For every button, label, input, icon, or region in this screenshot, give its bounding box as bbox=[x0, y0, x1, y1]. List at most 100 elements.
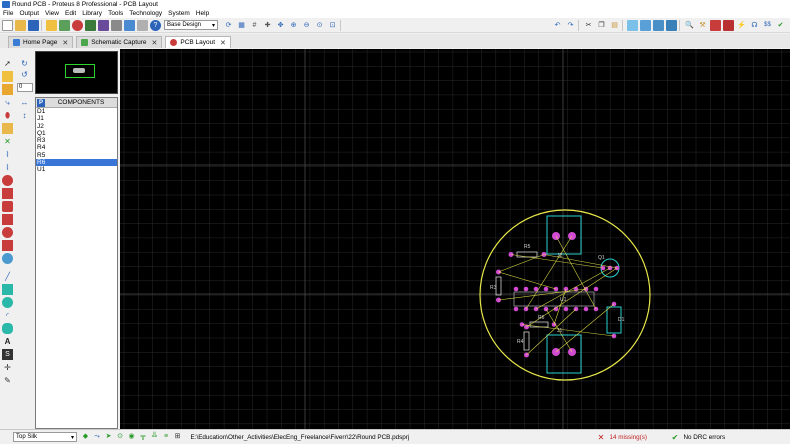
via-icon[interactable]: ⊙ bbox=[115, 432, 125, 442]
dil-pad-icon[interactable] bbox=[2, 201, 13, 212]
rotate-ccw-icon[interactable]: ↺ bbox=[19, 69, 30, 80]
track-mode-icon[interactable]: ⤷ bbox=[2, 97, 13, 108]
component-item-j2[interactable]: J2 bbox=[36, 123, 117, 130]
split-icon[interactable]: ╩ bbox=[150, 432, 160, 442]
zoom-out-icon[interactable]: ⊖ bbox=[301, 20, 312, 31]
zoom-in-icon[interactable]: ⊕ bbox=[288, 20, 299, 31]
help-icon[interactable]: ? bbox=[150, 19, 161, 31]
undo-icon[interactable]: ↶ bbox=[552, 20, 563, 31]
circle-tool-icon[interactable] bbox=[2, 297, 13, 308]
drc-icon[interactable]: ✔ bbox=[775, 20, 786, 31]
tab-schematic-capture[interactable]: Schematic Capture ✕ bbox=[76, 36, 163, 48]
open-folder-icon[interactable] bbox=[15, 19, 26, 31]
menu-tools[interactable]: Tools bbox=[108, 10, 123, 17]
menu-technology[interactable]: Technology bbox=[129, 10, 162, 17]
missing-connections[interactable]: ✕ 14 missing(s) bbox=[597, 433, 667, 442]
block-move-icon[interactable] bbox=[640, 19, 651, 31]
3d-icon[interactable] bbox=[85, 19, 96, 31]
component-item-r6[interactable]: R6 bbox=[36, 159, 117, 167]
package-mode-icon[interactable] bbox=[2, 84, 13, 95]
pick-devices-button[interactable]: P bbox=[37, 98, 45, 107]
close-icon[interactable]: ✕ bbox=[62, 39, 68, 47]
edge-pad-icon[interactable] bbox=[2, 214, 13, 225]
tools-icon[interactable] bbox=[137, 19, 148, 31]
search-icon[interactable]: ☊ bbox=[749, 20, 760, 31]
save-icon[interactable] bbox=[28, 19, 39, 31]
tab-pcb-layout[interactable]: PCB Layout ✕ bbox=[165, 36, 231, 48]
grid-icon[interactable]: # bbox=[249, 20, 260, 31]
arc-tool-icon[interactable]: ◜ bbox=[2, 310, 13, 321]
route-mode-icon[interactable]: ⌇ bbox=[2, 162, 13, 173]
drc-status[interactable]: ✔ No DRC errors bbox=[671, 433, 726, 442]
tab-home-page[interactable]: Home Page ✕ bbox=[8, 36, 74, 48]
bus-icon[interactable]: ≡ bbox=[161, 432, 171, 442]
menu-edit[interactable]: Edit bbox=[65, 10, 76, 17]
decompose-icon[interactable] bbox=[723, 19, 734, 31]
text-tool-icon[interactable]: A bbox=[2, 336, 13, 347]
menu-output[interactable]: Output bbox=[19, 10, 39, 17]
cut-icon[interactable]: ✂ bbox=[583, 20, 594, 31]
smt-pad-icon[interactable] bbox=[2, 227, 13, 238]
pcb-icon[interactable] bbox=[72, 19, 83, 31]
via-mode-icon[interactable]: ⬮ bbox=[2, 110, 13, 121]
marker-tool-icon[interactable]: ✛ bbox=[2, 362, 13, 373]
component-item-q1[interactable]: Q1 bbox=[36, 130, 117, 137]
layer-color-icon[interactable]: ◆ bbox=[81, 432, 91, 442]
pad-icon[interactable]: ◉ bbox=[127, 432, 137, 442]
component-item-r5[interactable]: R5 bbox=[36, 152, 117, 159]
polygon-pad-icon[interactable] bbox=[2, 240, 13, 251]
component-mode-icon[interactable] bbox=[2, 71, 13, 82]
line-tool-icon[interactable]: ╱ bbox=[2, 271, 13, 282]
component-item-r3[interactable]: R3 bbox=[36, 137, 117, 144]
move-icon[interactable]: ✥ bbox=[275, 20, 286, 31]
measure-icon[interactable]: ⊞ bbox=[173, 432, 183, 442]
rotation-input[interactable]: 0 bbox=[17, 83, 33, 92]
block-delete-icon[interactable] bbox=[666, 19, 677, 31]
schematic-icon[interactable] bbox=[59, 19, 70, 31]
mirror-y-icon[interactable]: ↕ bbox=[19, 110, 30, 121]
new-file-icon[interactable] bbox=[2, 19, 13, 31]
netlist-icon[interactable] bbox=[124, 19, 135, 31]
paste-icon[interactable]: ▤ bbox=[609, 20, 620, 31]
pcb-editing-canvas[interactable]: R5 J2 Q1 U1 R3 R6 R4 J1 D1 bbox=[120, 49, 790, 429]
gerber-icon[interactable] bbox=[98, 19, 109, 31]
menu-help[interactable]: Help bbox=[196, 10, 209, 17]
package-icon[interactable] bbox=[710, 19, 721, 31]
refresh-icon[interactable]: ⟳ bbox=[223, 20, 234, 31]
origin-icon[interactable]: ✚ bbox=[262, 20, 273, 31]
menu-library[interactable]: Library bbox=[82, 10, 102, 17]
symbol-tool-icon[interactable]: S bbox=[2, 349, 13, 360]
component-item-j1[interactable]: J1 bbox=[36, 115, 117, 122]
import-icon[interactable] bbox=[46, 19, 57, 31]
block-copy-icon[interactable] bbox=[627, 19, 638, 31]
menu-view[interactable]: View bbox=[45, 10, 59, 17]
block-rotate-icon[interactable] bbox=[653, 19, 664, 31]
close-icon[interactable]: ✕ bbox=[220, 39, 226, 47]
mirror-x-icon[interactable]: ↔ bbox=[19, 97, 30, 108]
route-icon[interactable]: ⤳ bbox=[92, 432, 102, 442]
layer-select[interactable]: Top Silk ▾ bbox=[13, 432, 77, 442]
zoom-area-icon[interactable]: ⊡ bbox=[327, 20, 338, 31]
menu-file[interactable]: File bbox=[3, 10, 13, 17]
zoom-all-icon[interactable]: ⊙ bbox=[314, 20, 325, 31]
rotate-cw-icon[interactable]: ↻ bbox=[19, 58, 30, 69]
redo-icon[interactable]: ↷ bbox=[565, 20, 576, 31]
make-device-icon[interactable]: ⚒ bbox=[697, 20, 708, 31]
round-pad-icon[interactable] bbox=[2, 175, 13, 186]
path-tool-icon[interactable] bbox=[2, 323, 13, 334]
redraw-icon[interactable]: ▦ bbox=[236, 20, 247, 31]
selection-mode-icon[interactable]: ➚ bbox=[2, 58, 13, 69]
design-select[interactable]: Base Design ▾ bbox=[164, 20, 218, 30]
close-icon[interactable]: ✕ bbox=[151, 39, 157, 47]
zone-mode-icon[interactable] bbox=[2, 123, 13, 134]
tee-icon[interactable]: ╦ bbox=[138, 432, 148, 442]
overview-window[interactable] bbox=[35, 51, 118, 94]
ratsnest-mode-icon[interactable]: ✕ bbox=[2, 136, 13, 147]
padstack-icon[interactable] bbox=[2, 253, 13, 264]
copy-icon[interactable]: ❐ bbox=[596, 20, 607, 31]
connectivity-mode-icon[interactable]: ⌇ bbox=[2, 149, 13, 160]
pick-icon[interactable]: 🔍 bbox=[684, 20, 695, 31]
square-pad-icon[interactable] bbox=[2, 188, 13, 199]
property-icon[interactable]: $$ bbox=[762, 20, 773, 31]
bom-icon[interactable] bbox=[111, 19, 122, 31]
